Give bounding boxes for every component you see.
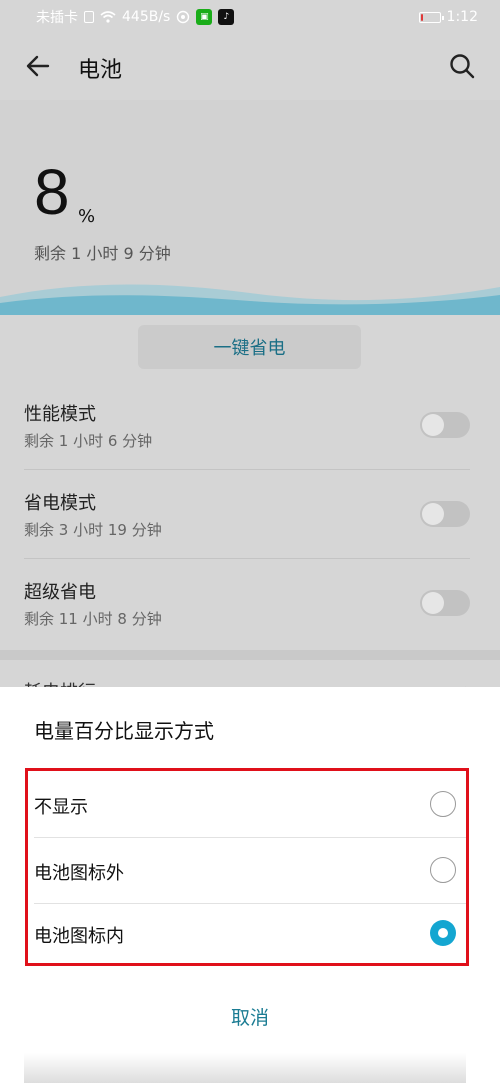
option-hide[interactable]: 不显示 xyxy=(28,772,466,838)
option-inside-icon[interactable]: 电池图标内 xyxy=(28,901,466,967)
clock-text: 1:12 xyxy=(446,9,478,25)
radio-button[interactable] xyxy=(430,791,456,817)
power-saving-mode-toggle[interactable] xyxy=(420,501,470,527)
battery-icon xyxy=(418,11,444,23)
page-title: 电池 xyxy=(78,58,123,83)
mode-title: 省电模式 xyxy=(24,493,96,514)
net-speed-text: 445B/s xyxy=(122,9,171,25)
mode-title: 超级省电 xyxy=(24,582,96,603)
option-outside-icon[interactable]: 电池图标外 xyxy=(28,838,466,904)
dialog-title: 电量百分比显示方式 xyxy=(34,719,214,743)
radio-button[interactable] xyxy=(430,857,456,883)
battery-status-card: 8 % 剩余 1 小时 9 分钟 xyxy=(0,100,500,315)
wifi-icon xyxy=(100,11,116,23)
vpn-icon xyxy=(177,10,190,24)
radio-button-selected[interactable] xyxy=(430,920,456,946)
mode-row-ultra-saving[interactable]: 超级省电 剩余 11 小时 8 分钟 xyxy=(0,560,500,648)
percentage-display-dialog: 电量百分比显示方式 不显示 电池图标外 电池图标内 取消 xyxy=(0,687,500,1083)
battery-percent-sign: % xyxy=(78,206,96,227)
status-bar: 未插卡 445B/s ▣ ♪ 1:12 xyxy=(0,0,500,34)
mode-subtitle: 剩余 1 小时 6 分钟 xyxy=(24,432,153,450)
mode-title: 性能模式 xyxy=(24,404,96,425)
app-bar: 电池 xyxy=(0,34,500,100)
sim-icon xyxy=(84,11,94,23)
cancel-button[interactable]: 取消 xyxy=(0,1003,500,1030)
divider xyxy=(24,558,470,559)
section-divider xyxy=(0,650,500,660)
option-label: 电池图标内 xyxy=(34,926,124,947)
mode-row-power-saving[interactable]: 省电模式 剩余 3 小时 19 分钟 xyxy=(0,471,500,559)
carrier-text: 未插卡 xyxy=(36,10,78,26)
power-ranking-row[interactable]: 耗电排行 › xyxy=(0,660,500,703)
arrow-left-icon[interactable] xyxy=(24,52,52,80)
mode-row-performance[interactable]: 性能模式 剩余 1 小时 6 分钟 xyxy=(0,382,500,470)
mode-subtitle: 剩余 11 小时 8 分钟 xyxy=(24,610,162,628)
battery-percent: 8 xyxy=(34,156,70,228)
mode-subtitle: 剩余 3 小时 19 分钟 xyxy=(24,521,162,539)
nav-bar-shadow xyxy=(24,1053,466,1083)
performance-mode-toggle[interactable] xyxy=(420,412,470,438)
battery-wave-graphic xyxy=(0,284,500,315)
option-label: 不显示 xyxy=(34,797,88,818)
battery-settings-page: 未插卡 445B/s ▣ ♪ 1:12 电池 8 % 剩余 1 小时 9 分钟 … xyxy=(0,0,500,1083)
wechat-icon: ▣ xyxy=(196,9,213,25)
battery-remaining-time: 剩余 1 小时 9 分钟 xyxy=(34,244,171,263)
divider xyxy=(24,469,470,470)
tiktok-icon: ♪ xyxy=(218,9,235,25)
one-key-save-button[interactable]: 一键省电 xyxy=(138,325,361,369)
option-label: 电池图标外 xyxy=(34,863,124,884)
search-icon[interactable] xyxy=(448,52,476,80)
ultra-saving-mode-toggle[interactable] xyxy=(420,590,470,616)
